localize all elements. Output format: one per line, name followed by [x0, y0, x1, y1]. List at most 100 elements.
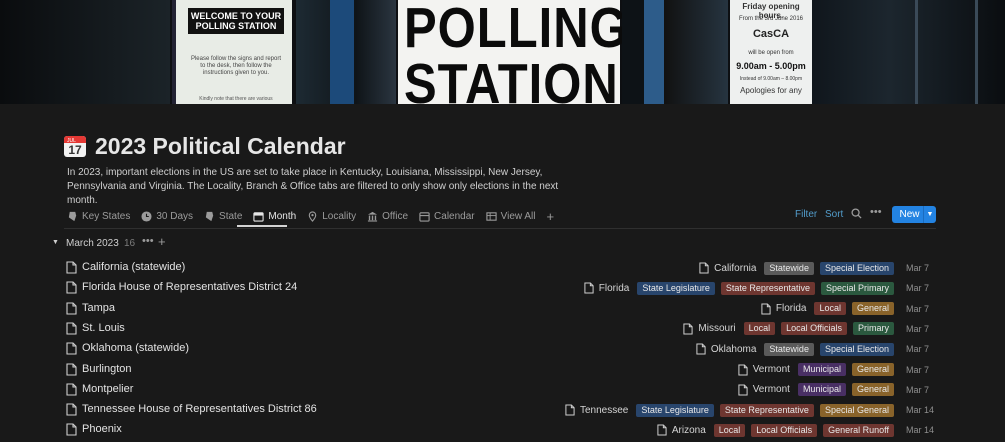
item-title[interactable]: Phoenix: [82, 423, 122, 435]
list-item[interactable]: Montpelier Vermont Municipal General Mar 7: [64, 380, 936, 400]
page-icon: [761, 303, 771, 315]
location-relation[interactable]: Vermont: [738, 364, 790, 376]
tag-badge: Special General: [819, 403, 894, 417]
location-relation[interactable]: Arizona: [657, 424, 706, 436]
election-date: Mar 7: [906, 303, 930, 314]
cover-window: [664, 0, 728, 104]
item-properties: Vermont Municipal General Mar 7: [738, 383, 929, 397]
filter-button[interactable]: Filter: [795, 209, 817, 220]
page-icon: [66, 362, 77, 376]
location-label: Florida: [598, 282, 630, 294]
tab-month[interactable]: Month: [253, 207, 296, 225]
tab-30-days[interactable]: 30 Days: [141, 207, 193, 225]
tab-locality[interactable]: Locality: [307, 207, 356, 225]
location-label: Arizona: [671, 424, 706, 436]
cover-hours-line: From the 3rd June 2016: [738, 16, 804, 22]
tag-badge: State Representative: [719, 403, 814, 417]
location-label: Vermont: [752, 384, 790, 396]
location-label: Tennessee: [579, 404, 629, 416]
item-title[interactable]: Oklahoma (statewide): [82, 342, 189, 354]
tab-label: View All: [500, 210, 536, 222]
list-item[interactable]: Burlington Vermont Municipal General Mar 7: [64, 360, 936, 380]
cover-post: [330, 0, 354, 104]
tab-state[interactable]: State: [204, 207, 242, 225]
item-properties: Vermont Municipal General Mar 7: [738, 363, 929, 377]
location-relation[interactable]: Tennessee: [565, 404, 628, 416]
tab-key-states[interactable]: Key States: [67, 207, 130, 225]
location-relation[interactable]: Missouri: [683, 323, 736, 335]
item-title[interactable]: Florida House of Representatives Distric…: [82, 281, 297, 293]
view-tabs: Key States 30 Days State Month Locality …: [67, 207, 565, 225]
tag-badge: Municipal: [797, 383, 846, 397]
item-title[interactable]: Tennessee House of Representatives Distr…: [82, 403, 317, 415]
item-properties: Arizona Local Local Officials General Runof…: [657, 423, 935, 437]
tab-label: Calendar: [434, 210, 475, 222]
new-button-label: New: [899, 209, 920, 220]
state-icon: [205, 211, 214, 221]
election-date: Mar 14: [906, 425, 935, 436]
list-item[interactable]: St. Louis Missouri Local Local Officials Pri…: [64, 319, 936, 339]
location-relation[interactable]: Florida: [584, 282, 630, 294]
cover-polling-word: POLLING: [404, 0, 629, 60]
list-item[interactable]: California (statewide) California Statewid…: [64, 258, 936, 278]
calendar-icon[interactable]: JUL 17: [63, 134, 87, 158]
list-item[interactable]: Florida House of Representatives Distric…: [64, 278, 936, 298]
cover-sign-text: Please follow the signs and report to th…: [190, 56, 282, 76]
item-title[interactable]: California (statewide): [82, 261, 185, 273]
cover-sign-foot: Kindly note that there are various: [199, 96, 273, 102]
cover-frame-line: [915, 0, 918, 104]
location-relation[interactable]: California: [699, 262, 756, 274]
item-title[interactable]: Tampa: [82, 302, 115, 314]
page-icon: [683, 323, 693, 335]
election-date: Mar 7: [906, 344, 930, 355]
tag-badge: General: [851, 302, 894, 316]
location-label: Florida: [775, 303, 807, 315]
item-properties: Tennessee State Legislature State Represen…: [565, 403, 934, 417]
location-relation[interactable]: Florida: [761, 303, 807, 315]
page-icon: [66, 342, 77, 355]
more-options-button[interactable]: •••: [870, 206, 882, 218]
page-icon: [66, 261, 77, 274]
list-item[interactable]: Oklahoma (statewide) Oklahoma Statewide Spe…: [64, 339, 936, 359]
tag-badge: Municipal: [797, 363, 846, 376]
tag-badge: Statewide: [764, 342, 814, 356]
tab-office[interactable]: Office: [367, 207, 408, 225]
tab-view-all[interactable]: View All: [486, 207, 536, 225]
election-date: Mar 7: [906, 263, 930, 273]
cover-hours-line: Apologies for any: [740, 86, 802, 95]
page-icon: [699, 262, 709, 274]
page-icon: [66, 302, 77, 315]
item-title[interactable]: Montpelier: [82, 383, 133, 395]
building-icon: [368, 211, 378, 222]
calendar-icon: [419, 211, 430, 222]
page-icon: [657, 424, 667, 436]
sort-button[interactable]: Sort: [825, 209, 843, 220]
tab-label: Locality: [322, 210, 357, 222]
item-title[interactable]: St. Louis: [82, 322, 125, 334]
tab-label: 30 Days: [156, 210, 194, 222]
tab-calendar[interactable]: Calendar: [419, 207, 475, 225]
location-relation[interactable]: Vermont: [738, 384, 790, 396]
search-icon[interactable]: [851, 208, 862, 219]
group-toggle-icon[interactable]: ▼: [52, 239, 59, 246]
page-icon: [66, 403, 77, 416]
group-name[interactable]: March 2023: [66, 238, 119, 249]
tag-badge: Primary: [853, 322, 894, 336]
group-more-button[interactable]: •••: [142, 235, 154, 247]
list-item[interactable]: Tennessee House of Representatives Distr…: [64, 400, 936, 420]
group-add-button[interactable]: +: [158, 234, 166, 249]
chevron-down-icon[interactable]: ▼: [924, 211, 936, 218]
active-tab-indicator: [237, 225, 287, 227]
calendar-icon: [253, 211, 265, 222]
page-description: In 2023, important elections in the US a…: [67, 167, 559, 206]
page-title[interactable]: 2023 Political Calendar: [95, 133, 346, 160]
page-icon: [66, 322, 77, 335]
cover-hours-line: CasCA: [752, 28, 790, 40]
cover-welcome-sign: WELCOME TO YOUR POLLING STATION Please f…: [172, 0, 292, 104]
add-view-button[interactable]: +: [546, 207, 554, 225]
item-title[interactable]: Burlington: [82, 363, 132, 375]
new-button[interactable]: New ▼: [892, 206, 936, 223]
list-item[interactable]: Phoenix Arizona Local Local Officials Genera…: [64, 420, 936, 440]
list-item[interactable]: Tampa Florida Local General Mar 7: [64, 299, 936, 319]
location-relation[interactable]: Oklahoma: [696, 343, 756, 355]
